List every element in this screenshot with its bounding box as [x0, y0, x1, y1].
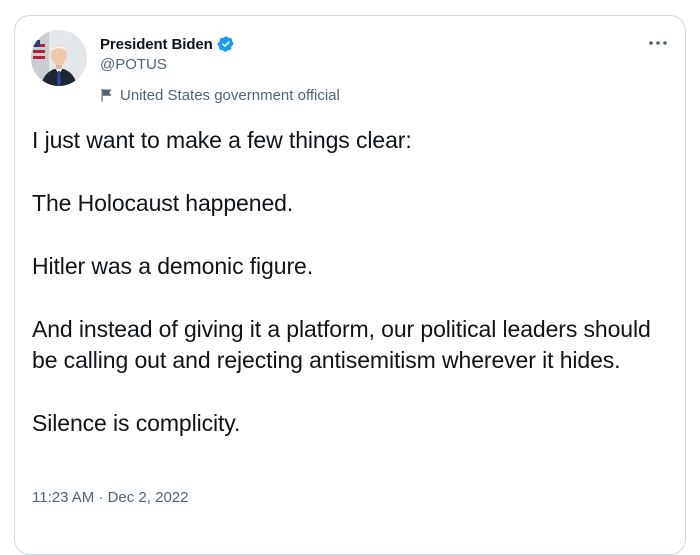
- affiliation-label: United States government official: [100, 85, 340, 105]
- avatar[interactable]: [31, 30, 87, 86]
- verified-badge-icon: [217, 36, 234, 52]
- portrait-avatar-icon: [31, 30, 87, 86]
- tweet-card: President Biden @POTUS United States gov…: [14, 15, 686, 555]
- display-name[interactable]: President Biden: [100, 36, 213, 53]
- tweet-paragraph: I just want to make a few things clear:: [32, 127, 412, 153]
- government-flag-icon: [101, 89, 112, 102]
- tweet-text: I just want to make a few things clear: …: [32, 125, 672, 439]
- more-options-button[interactable]: [643, 32, 673, 54]
- tweet-paragraph: Hitler was a demonic figure.: [32, 253, 313, 279]
- tweet-paragraph: Silence is complicity.: [32, 410, 241, 436]
- tweet-paragraph: The Holocaust happened.: [32, 190, 294, 216]
- name-row: President Biden: [100, 34, 340, 54]
- tweet-timestamp[interactable]: 11:23 AM · Dec 2, 2022: [32, 489, 188, 506]
- handle[interactable]: @POTUS: [100, 56, 340, 76]
- more-horizontal-icon: [649, 41, 667, 45]
- author-block: President Biden @POTUS United States gov…: [100, 34, 340, 105]
- affiliation-text: United States government official: [120, 86, 340, 104]
- tweet-paragraph: And instead of giving it a platform, our…: [32, 316, 651, 373]
